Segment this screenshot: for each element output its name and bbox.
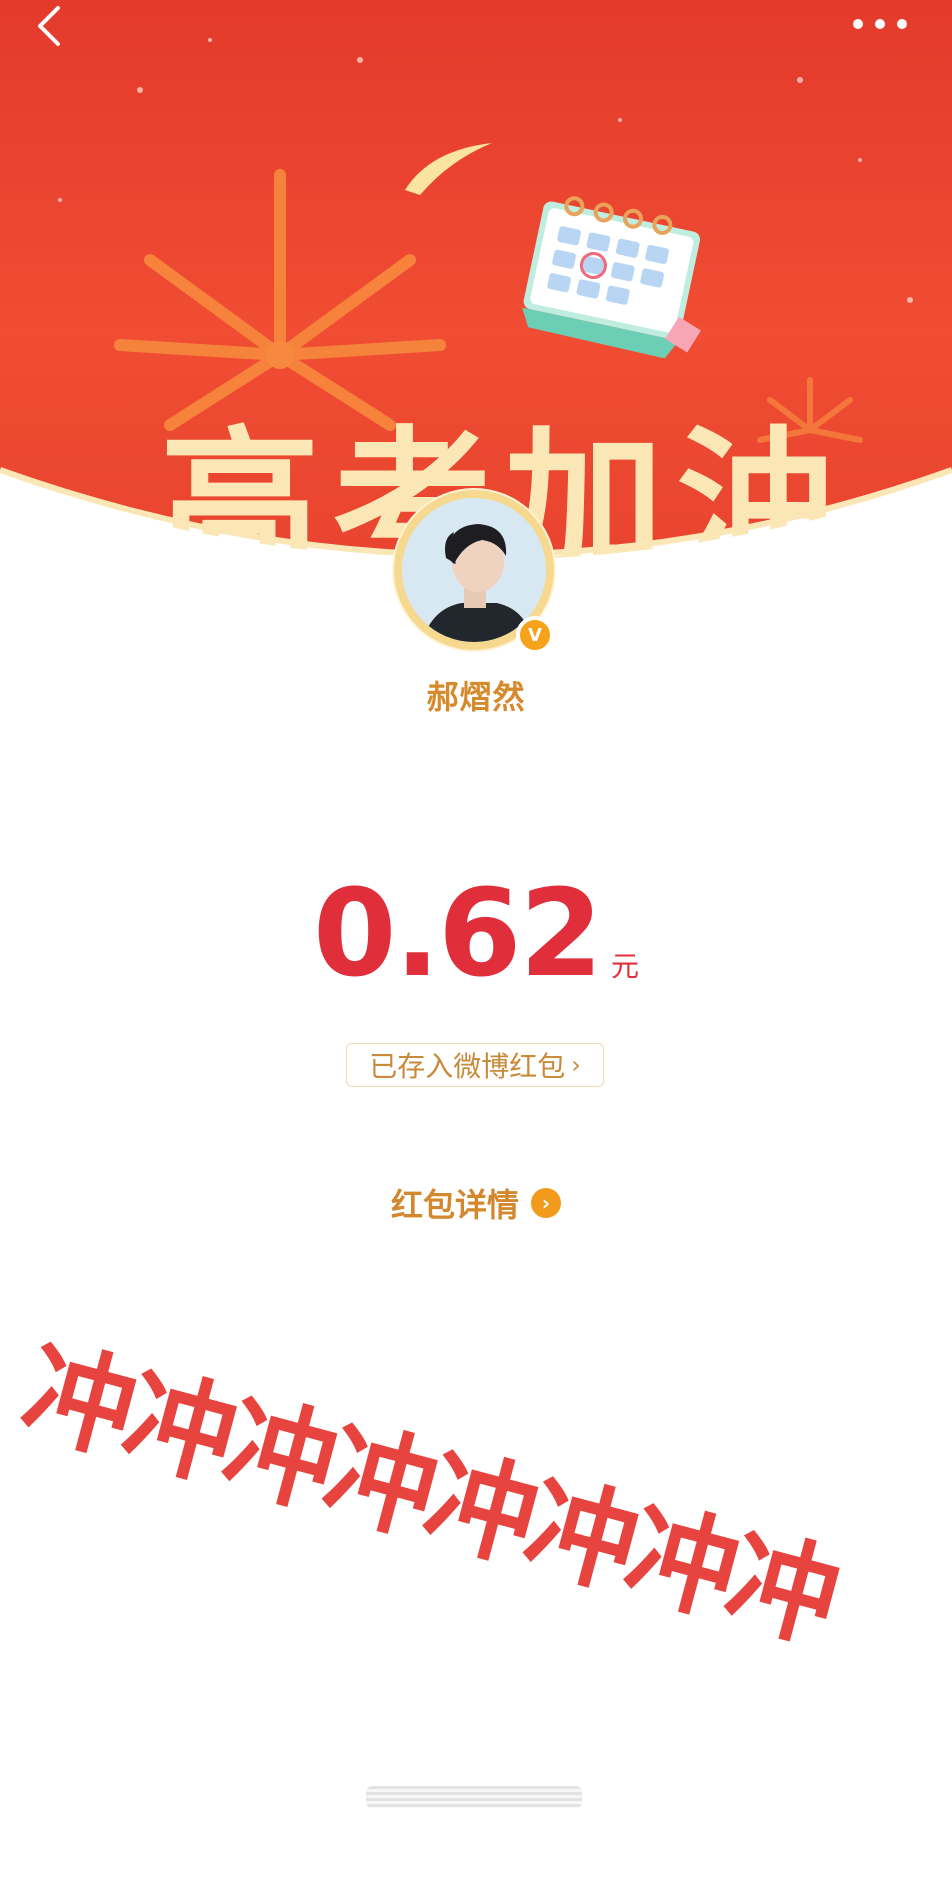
currency-unit: 元 [611, 950, 640, 983]
back-arrow-icon [38, 6, 60, 46]
more-button[interactable] [848, 12, 912, 36]
home-indicator[interactable] [366, 1786, 582, 1808]
more-dots-icon [853, 19, 907, 29]
user-name[interactable]: 郝熠然 [0, 672, 952, 718]
overlay-text: 冲冲冲冲冲冲冲冲 [10, 1325, 847, 1665]
chevron-right-icon: › [571, 1051, 581, 1079]
verified-badge-icon: V [516, 616, 554, 654]
red-packet-detail-link[interactable]: 红包详情 › [0, 1180, 952, 1226]
saved-label: 已存入微博红包 [369, 1050, 566, 1083]
saved-to-wallet-button[interactable]: 已存入微博红包 › [346, 1043, 604, 1087]
red-packet-amount: 0.62 [312, 865, 603, 1004]
detail-label: 红包详情 [390, 1186, 519, 1224]
back-button[interactable] [28, 4, 72, 48]
arrow-right-circle-icon: › [531, 1188, 561, 1218]
amount-row: 0.62 元 [0, 875, 952, 995]
